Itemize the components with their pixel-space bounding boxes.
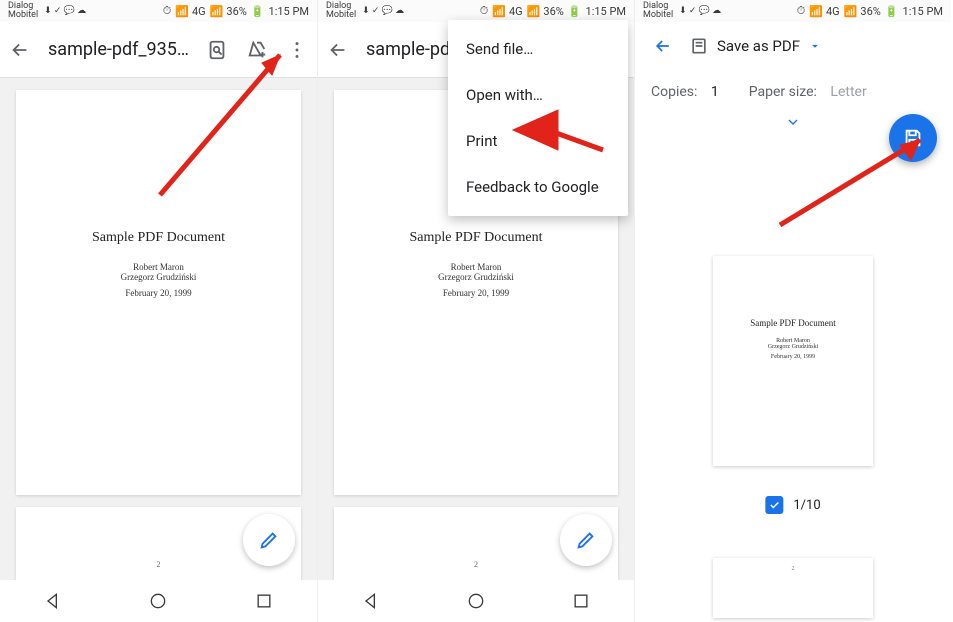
doc-title: Sample PDF Document: [16, 230, 301, 246]
screen-overflow-menu: DialogMobitel ⬇ ✓ 💬 ☁ ⏱📶 4G📶 36%🔋 1:15 P…: [317, 0, 634, 622]
nav-back[interactable]: [361, 591, 381, 611]
paper-size-label: Paper size:: [749, 84, 817, 100]
nav-recent[interactable]: [571, 591, 591, 611]
dropdown-arrow-icon: [808, 39, 822, 53]
check-icon: [768, 499, 780, 511]
print-preview-page-1: Sample PDF Document Robert Maron Grzegor…: [713, 256, 873, 466]
nav-back[interactable]: [43, 591, 63, 611]
page-selected-checkbox[interactable]: [765, 496, 783, 514]
alarm-icon: ⏱: [163, 4, 172, 18]
edit-fab[interactable]: [560, 514, 612, 566]
print-options-row: Copies: 1 Paper size: Letter: [635, 64, 951, 108]
menu-open-with[interactable]: Open with…: [448, 72, 628, 118]
screen-print-dialog: DialogMobitel ⬇ ✓ 💬 ☁ ⏱📶 4G📶 36%🔋 1:15 P…: [634, 0, 951, 622]
paper-size-value: Letter: [830, 84, 866, 100]
print-header: Save as PDF: [635, 22, 951, 64]
screen-pdf-viewer: Dialog Mobitel ⬇ ✓ 💬 ☁ ⏱ 📶 4G 📶 36% 🔋 1:…: [0, 0, 317, 622]
network-label: 4G: [192, 5, 206, 18]
battery-label: 36%: [226, 5, 246, 18]
print-destination-label: Save as PDF: [717, 37, 800, 55]
save-icon: [902, 127, 924, 149]
android-navbar: [318, 580, 634, 622]
android-navbar: [0, 580, 317, 622]
status-bar: DialogMobitel ⬇ ✓ 💬 ☁ ⏱📶 4G📶 36%🔋 1:15 P…: [635, 0, 951, 22]
nav-home[interactable]: [466, 591, 486, 611]
print-destination-dropdown[interactable]: Save as PDF: [689, 36, 822, 56]
overflow-menu: Send file… Open with… Print Feedback to …: [448, 20, 628, 216]
signal-icon: 📶: [175, 5, 188, 18]
page-indicator-label: 1/10: [793, 498, 820, 513]
save-pdf-fab[interactable]: [889, 114, 937, 162]
page-1: Sample PDF Document Robert Maron Grzegor…: [16, 90, 301, 495]
menu-feedback[interactable]: Feedback to Google: [448, 164, 628, 210]
doc-date: February 20, 1999: [16, 288, 301, 298]
copies-field[interactable]: Copies: 1: [651, 84, 719, 100]
chevron-down-icon: [785, 114, 801, 130]
pdf-icon: [689, 36, 709, 56]
copies-label: Copies:: [651, 84, 697, 100]
nav-home[interactable]: [148, 591, 168, 611]
toolbar: sample-pdf_935…: [0, 22, 317, 78]
back-button[interactable]: [651, 34, 675, 58]
doc-author-1: Robert Maron: [16, 262, 301, 272]
doc-author-2: Grzegorz Grudziński: [16, 272, 301, 282]
print-preview-stage[interactable]: Sample PDF Document Robert Maron Grzegor…: [635, 138, 951, 622]
find-in-page-icon[interactable]: [205, 38, 229, 62]
copies-value: 1: [711, 84, 719, 100]
file-title: sample-pdf_935…: [48, 39, 189, 60]
menu-print[interactable]: Print: [448, 118, 628, 164]
more-menu-button[interactable]: [285, 38, 309, 62]
carrier-label: Dialog Mobitel: [8, 2, 38, 20]
add-to-drive-icon[interactable]: [245, 38, 269, 62]
print-preview-page-2: 2: [713, 558, 873, 618]
page-select-indicator[interactable]: 1/10: [765, 496, 820, 514]
clock-label: 1:15 PM: [269, 5, 309, 18]
document-preview[interactable]: Sample PDF Document Robert Maron Grzegor…: [0, 78, 317, 580]
edit-fab[interactable]: [243, 514, 295, 566]
paper-size-field[interactable]: Paper size: Letter: [749, 84, 867, 100]
status-bar: Dialog Mobitel ⬇ ✓ 💬 ☁ ⏱ 📶 4G 📶 36% 🔋 1:…: [0, 0, 317, 22]
nav-recent[interactable]: [254, 591, 274, 611]
back-button[interactable]: [326, 38, 350, 62]
status-bar: DialogMobitel ⬇ ✓ 💬 ☁ ⏱📶 4G📶 36%🔋 1:15 P…: [318, 0, 634, 22]
back-button[interactable]: [8, 38, 32, 62]
menu-send-file[interactable]: Send file…: [448, 26, 628, 72]
